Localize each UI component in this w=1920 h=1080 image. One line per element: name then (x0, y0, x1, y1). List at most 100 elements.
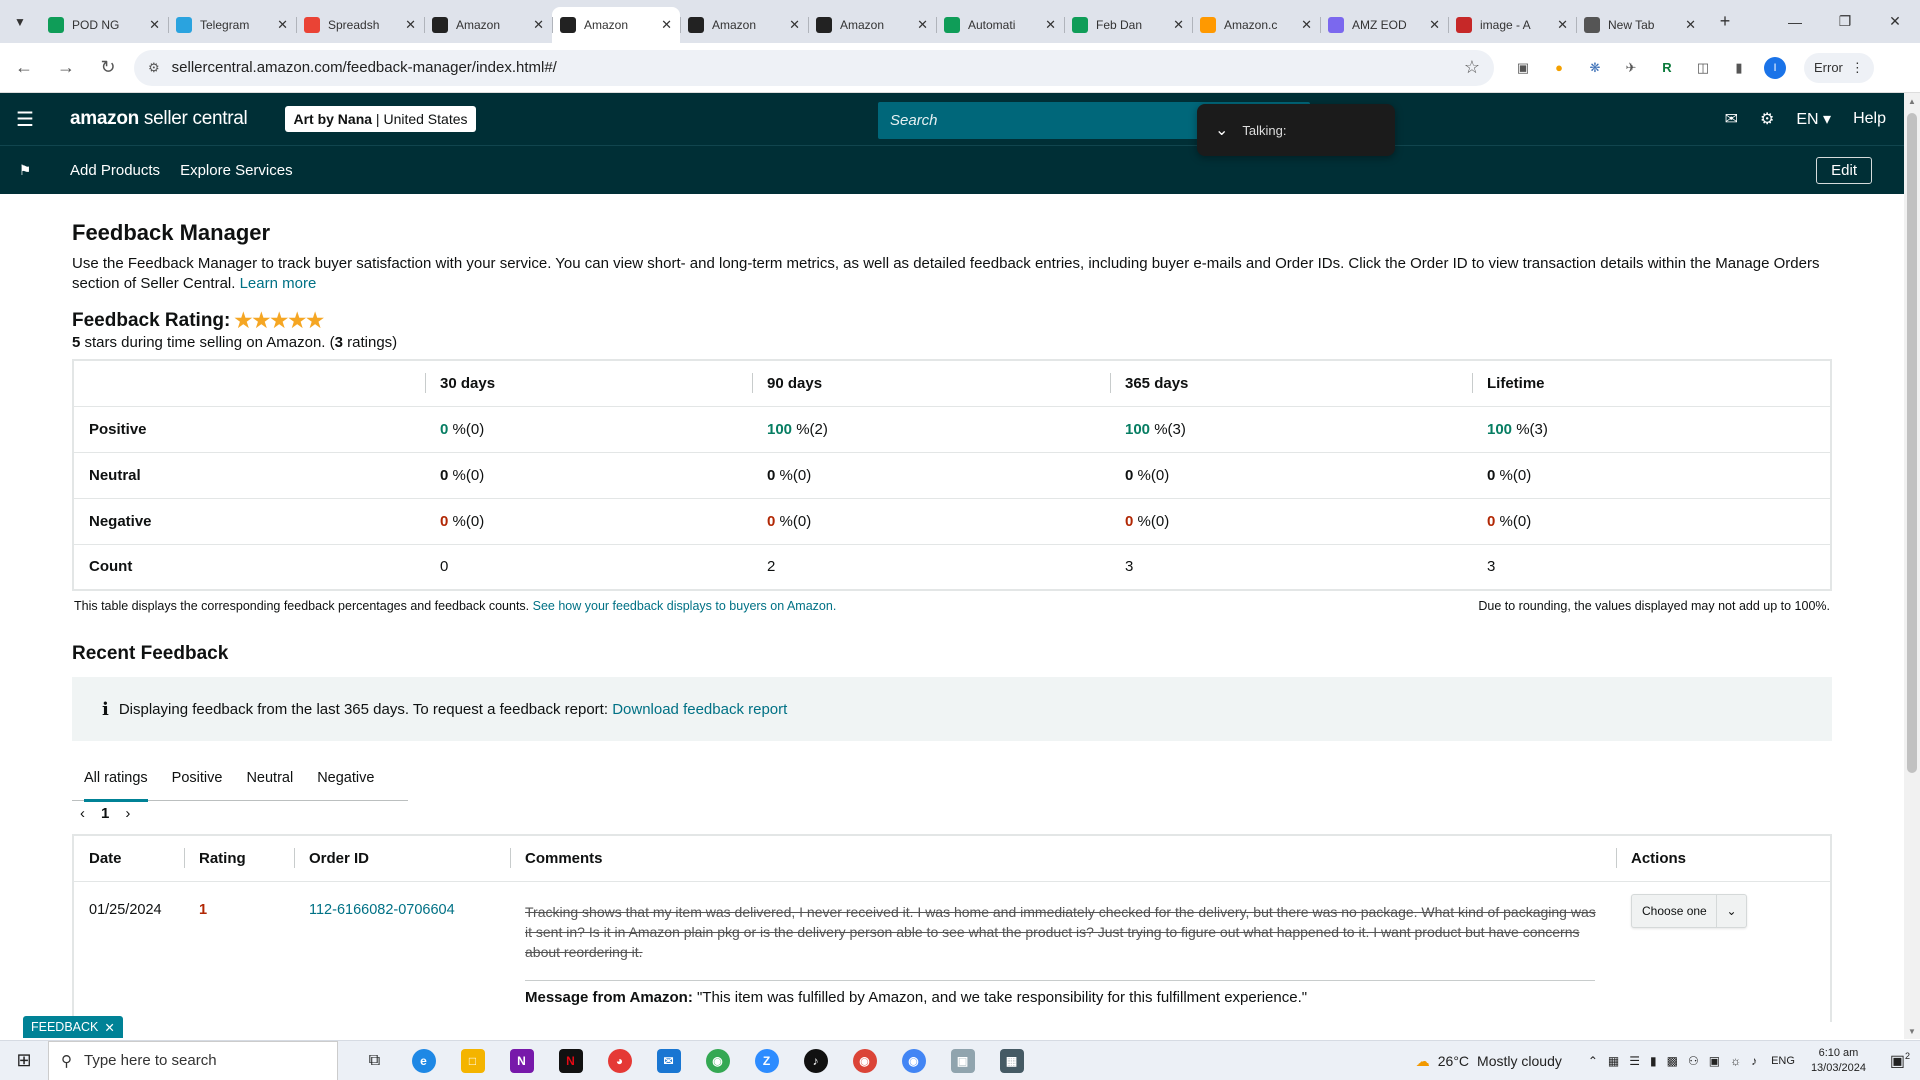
add-products-link[interactable]: Add Products (70, 162, 160, 179)
reload-button[interactable]: ↻ (90, 50, 126, 86)
talking-popup[interactable]: ⌄ Talking: (1197, 104, 1395, 156)
close-tab-icon[interactable]: ✕ (789, 17, 800, 33)
calculator-icon[interactable]: ▦ (987, 1041, 1036, 1080)
tray-app-icon[interactable]: ☰ (1629, 1054, 1640, 1068)
task-view-icon[interactable]: ⧉ (350, 1041, 399, 1080)
mail-icon[interactable]: ✉ (1725, 109, 1738, 129)
close-tab-icon[interactable]: ✕ (661, 17, 672, 33)
tray-app-icon[interactable]: ▩ (1667, 1054, 1678, 1068)
action-dropdown[interactable]: Choose one ⌄ (1631, 894, 1747, 928)
scroll-up-icon[interactable]: ▲ (1904, 93, 1920, 109)
restore-button[interactable]: ❐ (1820, 0, 1870, 43)
extension-icon[interactable]: ❋ (1584, 57, 1606, 79)
taskbar-search-input[interactable]: ⚲ Type here to search (48, 1040, 338, 1080)
edit-button[interactable]: Edit (1816, 157, 1872, 184)
page-scrollbar[interactable]: ▲ ▼ (1904, 93, 1920, 1039)
close-tab-icon[interactable]: ✕ (1173, 17, 1184, 33)
zoom-icon[interactable]: Z (742, 1041, 791, 1080)
seller-central-logo[interactable]: amazon seller central (70, 108, 248, 130)
tray-app-icon[interactable]: ▦ (1608, 1054, 1619, 1068)
profile-avatar[interactable]: I (1764, 56, 1786, 79)
minimize-button[interactable]: — (1770, 0, 1820, 43)
browser-tab[interactable]: Amazon.c ✕ (1192, 7, 1320, 43)
back-button[interactable]: ← (6, 50, 42, 86)
tab-neutral[interactable]: Neutral (234, 755, 305, 801)
chrome-active-icon[interactable]: ◉ (889, 1041, 938, 1080)
settings-gear-icon[interactable]: ⚙ (1760, 109, 1774, 129)
chrome-icon[interactable]: ◉ (693, 1041, 742, 1080)
puzzle-icon[interactable]: ◫ (1692, 57, 1714, 79)
edge-icon[interactable]: e (399, 1041, 448, 1080)
browser-tab[interactable]: Feb Dan ✕ (1064, 7, 1192, 43)
microphone-icon[interactable]: ⚇ (1688, 1054, 1699, 1068)
close-icon[interactable]: ✕ (104, 1020, 114, 1035)
next-page-icon[interactable]: › (125, 805, 130, 822)
close-tab-icon[interactable]: ✕ (405, 17, 416, 33)
clock[interactable]: 6:10 am 13/03/2024 (1811, 1046, 1866, 1076)
close-tab-icon[interactable]: ✕ (277, 17, 288, 33)
tab-search-button[interactable]: ▼ (0, 0, 40, 43)
chevron-down-icon[interactable]: ⌄ (1716, 895, 1746, 927)
error-button[interactable]: Error ⋮ (1804, 52, 1874, 83)
order-id-link[interactable]: 112-6166082-0706604 (309, 902, 455, 918)
close-tab-icon[interactable]: ✕ (917, 17, 928, 33)
close-tab-icon[interactable]: ✕ (1557, 17, 1568, 33)
battery-icon[interactable]: ▮ (1650, 1054, 1657, 1068)
tab-positive[interactable]: Positive (160, 755, 235, 801)
page-number[interactable]: 1 (101, 805, 109, 822)
explore-services-link[interactable]: Explore Services (180, 162, 293, 179)
download-report-link[interactable]: Download feedback report (612, 701, 787, 718)
bookmark-star-icon[interactable]: ☆ (1464, 57, 1480, 78)
close-tab-icon[interactable]: ✕ (1429, 17, 1440, 33)
close-tab-icon[interactable]: ✕ (1045, 17, 1056, 33)
site-info-icon[interactable]: ⚙ (148, 60, 160, 76)
onenote-icon[interactable]: N (497, 1041, 546, 1080)
extension-icon[interactable]: ▣ (1512, 57, 1534, 79)
close-tab-icon[interactable]: ✕ (1301, 17, 1312, 33)
prev-page-icon[interactable]: ‹ (80, 805, 85, 822)
chevron-down-icon[interactable]: ⌄ (1215, 120, 1228, 140)
extension-icon[interactable]: R (1656, 57, 1678, 79)
browser-tab[interactable]: Automati ✕ (936, 7, 1064, 43)
browser-tab[interactable]: Amazon ✕ (424, 7, 552, 43)
scrollbar-thumb[interactable] (1907, 113, 1917, 773)
bookmark-icon[interactable]: ⚑ (0, 162, 50, 179)
app-icon[interactable]: ◕ (595, 1041, 644, 1080)
camera-icon[interactable]: ▣ (1709, 1054, 1720, 1068)
url-field[interactable]: ⚙ sellercentral.amazon.com/feedback-mana… (134, 49, 1494, 86)
tiktok-icon[interactable]: ♪ (791, 1041, 840, 1080)
browser-tab[interactable]: New Tab ✕ (1576, 7, 1704, 43)
browser-tab[interactable]: POD NG ✕ (40, 7, 168, 43)
browser-tab[interactable]: Amazon ✕ (552, 7, 680, 43)
windows-start-icon[interactable]: ⊞ (0, 1050, 48, 1071)
browser-tab[interactable]: image - A ✕ (1448, 7, 1576, 43)
browser-tab[interactable]: Telegram ✕ (168, 7, 296, 43)
app-icon[interactable]: ▣ (938, 1041, 987, 1080)
chrome-profile-icon[interactable]: ◉ (840, 1041, 889, 1080)
new-tab-button[interactable]: + (1710, 7, 1740, 37)
file-explorer-icon[interactable]: □ (448, 1041, 497, 1080)
learn-more-link[interactable]: Learn more (240, 275, 317, 292)
browser-tab[interactable]: AMZ EOD ✕ (1320, 7, 1448, 43)
chevron-up-icon[interactable]: ⌃ (1588, 1054, 1598, 1068)
feedback-display-link[interactable]: See how your feedback displays to buyers… (533, 599, 837, 613)
menu-icon[interactable]: ☰ (0, 107, 50, 132)
close-window-button[interactable]: ✕ (1870, 0, 1920, 43)
tab-negative[interactable]: Negative (305, 755, 386, 801)
input-language[interactable]: ENG (1771, 1055, 1795, 1067)
wifi-icon[interactable]: ☼ (1730, 1054, 1741, 1068)
store-switcher[interactable]: Art by Nana | United States (285, 106, 476, 132)
extension-icon[interactable]: ● (1548, 57, 1570, 79)
help-link[interactable]: Help (1853, 110, 1886, 128)
close-tab-icon[interactable]: ✕ (533, 17, 544, 33)
browser-tab[interactable]: Amazon ✕ (680, 7, 808, 43)
extension-icon[interactable]: ✈ (1620, 57, 1642, 79)
close-tab-icon[interactable]: ✕ (149, 17, 160, 33)
browser-tab[interactable]: Spreadsh ✕ (296, 7, 424, 43)
forward-button[interactable]: → (48, 50, 84, 86)
netflix-icon[interactable]: N (546, 1041, 595, 1080)
language-selector[interactable]: EN ▾ (1796, 109, 1831, 129)
feedback-widget-tab[interactable]: FEEDBACK ✕ (23, 1016, 123, 1038)
scroll-down-icon[interactable]: ▼ (1904, 1023, 1920, 1039)
weather-widget[interactable]: ☁ 26°C Mostly cloudy (1416, 1053, 1562, 1070)
